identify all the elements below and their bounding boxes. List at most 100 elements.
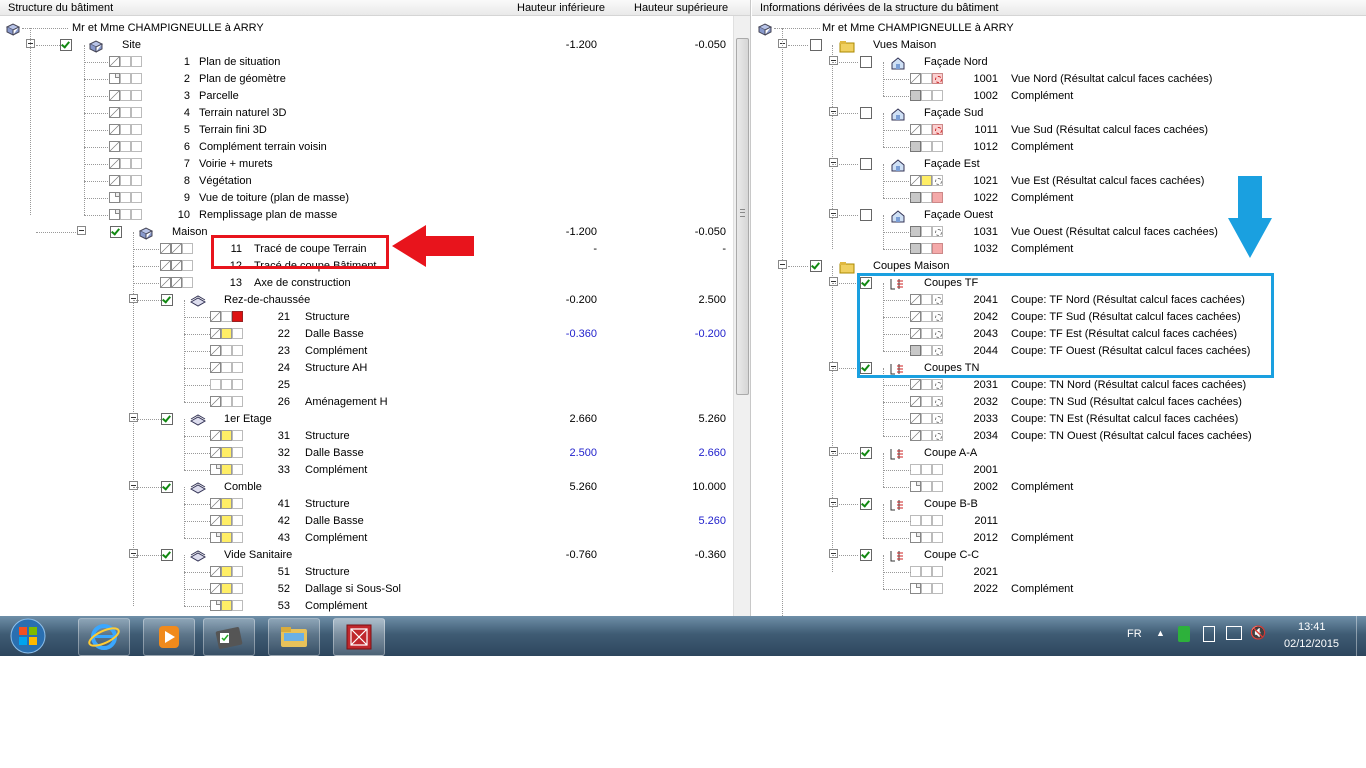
visibility-checkbox[interactable]: [810, 39, 822, 51]
state-icon[interactable]: [232, 379, 243, 390]
item-label[interactable]: Complément terrain voisin: [199, 141, 327, 153]
taskbar-ie-button[interactable]: [78, 618, 130, 656]
tree-item-level[interactable]: 33 Complément: [0, 462, 750, 479]
state-icon[interactable]: [221, 362, 232, 373]
state-icon[interactable]: [131, 73, 142, 84]
state-icon[interactable]: [910, 515, 921, 526]
state-icon[interactable]: [171, 243, 182, 254]
taskbar-app-button[interactable]: [203, 618, 255, 656]
tree-item-level[interactable]: 43 Complément: [0, 530, 750, 547]
tree-item-site[interactable]: 9 Vue de toiture (plan de masse): [0, 190, 750, 207]
state-icon[interactable]: [131, 209, 142, 220]
tree-item-site[interactable]: 2 Plan de géomètre: [0, 71, 750, 88]
state-icon[interactable]: [120, 209, 131, 220]
state-icon[interactable]: [932, 583, 943, 594]
visibility-checkbox[interactable]: [860, 158, 872, 170]
lower-height[interactable]: -0.760: [517, 549, 597, 561]
lower-height[interactable]: 2.660: [517, 413, 597, 425]
vertical-scrollbar[interactable]: [733, 16, 750, 616]
state-icon[interactable]: [232, 532, 243, 543]
scrollbar-thumb[interactable]: [736, 38, 749, 395]
tree-root[interactable]: Mr et Mme CHAMPIGNEULLE à ARRY: [752, 20, 1366, 37]
state-icon[interactable]: [160, 243, 171, 254]
item-label[interactable]: Structure: [305, 311, 350, 323]
state-icon[interactable]: [910, 141, 921, 152]
state-icon[interactable]: [210, 498, 221, 509]
item-label[interactable]: Dallage si Sous-Sol: [305, 583, 401, 595]
tree-item-coupe[interactable]: 2001: [752, 462, 1366, 479]
state-icon[interactable]: [232, 515, 243, 526]
state-icon[interactable]: [921, 481, 932, 492]
upper-height[interactable]: 2.660: [646, 447, 726, 459]
state-icon[interactable]: [921, 413, 932, 424]
state-icon[interactable]: [921, 532, 932, 543]
visibility-checkbox[interactable]: [860, 209, 872, 221]
item-label[interactable]: Terrain naturel 3D: [199, 107, 286, 119]
state-icon[interactable]: [109, 209, 120, 220]
lower-height[interactable]: -0.200: [517, 294, 597, 306]
state-icon[interactable]: [932, 226, 943, 237]
tree-item-coupe[interactable]: 2021: [752, 564, 1366, 581]
item-label[interactable]: Axe de construction: [254, 277, 351, 289]
tree-item-facade[interactable]: 1031 Vue Ouest (Résultat calcul faces cac…: [752, 224, 1366, 241]
state-icon[interactable]: [109, 56, 120, 67]
state-icon[interactable]: [131, 124, 142, 135]
item-label[interactable]: Complément: [1011, 583, 1073, 595]
item-label[interactable]: Coupe: TN Sud (Résultat calcul faces cac…: [1011, 396, 1242, 408]
state-icon[interactable]: [232, 430, 243, 441]
state-icon[interactable]: [210, 532, 221, 543]
visibility-checkbox[interactable]: [860, 447, 872, 459]
state-icon[interactable]: [120, 175, 131, 186]
tree-node-vues[interactable]: Vues Maison: [752, 37, 1366, 54]
state-icon[interactable]: [910, 430, 921, 441]
state-icon[interactable]: [232, 396, 243, 407]
upper-height[interactable]: 10.000: [646, 481, 726, 493]
state-icon[interactable]: [131, 175, 142, 186]
state-icon[interactable]: [210, 515, 221, 526]
state-icon[interactable]: [932, 124, 943, 135]
collapse-toggle[interactable]: [829, 56, 838, 65]
state-icon[interactable]: [921, 175, 932, 186]
lower-height[interactable]: 5.260: [517, 481, 597, 493]
state-icon[interactable]: [221, 583, 232, 594]
language-indicator[interactable]: FR: [1127, 628, 1142, 640]
item-label[interactable]: Complément: [1011, 192, 1073, 204]
tree-item-facade[interactable]: 1032 Complément: [752, 241, 1366, 258]
state-icon[interactable]: [171, 260, 182, 271]
state-icon[interactable]: [232, 345, 243, 356]
tree-item-facade[interactable]: 1012 Complément: [752, 139, 1366, 156]
collapse-toggle[interactable]: [829, 447, 838, 456]
visibility-checkbox[interactable]: [860, 107, 872, 119]
state-icon[interactable]: [109, 158, 120, 169]
state-icon[interactable]: [221, 430, 232, 441]
item-label[interactable]: Coupe: TN Nord (Résultat calcul faces ca…: [1011, 379, 1246, 391]
taskbar-cad-button[interactable]: [333, 618, 385, 656]
item-label[interactable]: Complément: [1011, 90, 1073, 102]
taskbar-explorer-button[interactable]: [268, 618, 320, 656]
state-icon[interactable]: [910, 464, 921, 475]
tree-item-coupe[interactable]: 2022 Complément: [752, 581, 1366, 598]
state-icon[interactable]: [221, 600, 232, 611]
state-icon[interactable]: [109, 192, 120, 203]
tree-item-level[interactable]: 23 Complément: [0, 343, 750, 360]
state-icon[interactable]: [921, 583, 932, 594]
state-icon[interactable]: [910, 73, 921, 84]
column-header-lower-height[interactable]: Hauteur inférieure: [517, 2, 605, 14]
tree-item-level[interactable]: 32 Dalle Basse 2.500 2.660: [0, 445, 750, 462]
state-icon[interactable]: [221, 498, 232, 509]
state-icon[interactable]: [171, 277, 182, 288]
visibility-checkbox[interactable]: [161, 549, 173, 561]
state-icon[interactable]: [910, 175, 921, 186]
state-icon[interactable]: [910, 396, 921, 407]
state-icon[interactable]: [221, 379, 232, 390]
state-icon[interactable]: [932, 430, 943, 441]
tree-item-level[interactable]: 26 Aménagement H: [0, 394, 750, 411]
state-icon[interactable]: [921, 124, 932, 135]
tree-item-site[interactable]: 7 Voirie + murets: [0, 156, 750, 173]
tree-item-facade[interactable]: 1021 Vue Est (Résultat calcul faces caché…: [752, 173, 1366, 190]
state-icon[interactable]: [221, 532, 232, 543]
state-icon[interactable]: [910, 192, 921, 203]
state-icon[interactable]: [910, 90, 921, 101]
tree-item-level[interactable]: 22 Dalle Basse -0.360 -0.200: [0, 326, 750, 343]
tree-item-facade[interactable]: 1011 Vue Sud (Résultat calcul faces caché…: [752, 122, 1366, 139]
